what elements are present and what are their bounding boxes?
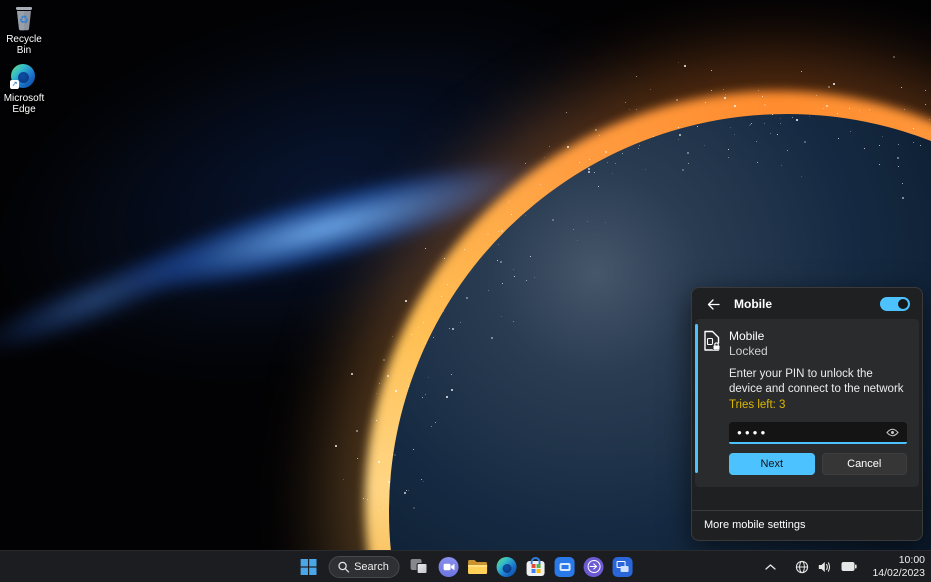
search-label: Search: [354, 561, 389, 573]
volume-icon: [818, 561, 832, 573]
blue-screen-app-button[interactable]: [552, 554, 578, 580]
pin-description: Enter your PIN to unlock the device and …: [729, 367, 907, 397]
eye-icon[interactable]: [886, 428, 899, 437]
cast-app-button[interactable]: [610, 554, 636, 580]
cancel-button[interactable]: Cancel: [822, 453, 908, 475]
edge-icon: ↗: [11, 64, 37, 90]
flyout-title: Mobile: [734, 297, 772, 311]
blue-screen-app-icon: [555, 557, 575, 577]
network-globe-icon: [795, 560, 809, 574]
pin-input[interactable]: ●●●●: [729, 422, 907, 444]
system-tray-area: 10:00 14/02/2023: [761, 551, 925, 582]
purple-arrow-app-icon: [584, 557, 604, 577]
mobile-toggle[interactable]: [880, 297, 910, 311]
microsoft-store-icon: [527, 561, 545, 576]
taskbar-center-group: Search: [295, 551, 636, 582]
card-title: Mobile: [729, 329, 768, 344]
edge-button[interactable]: [494, 554, 520, 580]
windows-logo-icon: [300, 559, 316, 575]
next-button[interactable]: Next: [729, 453, 815, 475]
start-button[interactable]: [295, 554, 321, 580]
system-tray[interactable]: [788, 556, 864, 578]
purple-arrow-app-button[interactable]: [581, 554, 607, 580]
tries-left-text: Tries left: 3: [729, 398, 907, 413]
chat-video-icon: [439, 557, 459, 577]
clock[interactable]: 10:00 14/02/2023: [872, 554, 925, 580]
shortcut-arrow-icon: ↗: [10, 80, 19, 89]
left-arrow-icon: [707, 299, 720, 310]
store-button[interactable]: [523, 554, 549, 580]
taskbar: Search 10:00 14/02/2023: [0, 550, 931, 582]
search-icon: [337, 561, 349, 573]
mobile-locked-card: Mobile Locked Enter your PIN to unlock t…: [695, 319, 919, 487]
edge-browser-icon: [497, 557, 517, 577]
back-button[interactable]: [704, 295, 722, 313]
desktop-icon-label: Microsoft Edge: [0, 93, 50, 115]
flyout-header: Mobile: [692, 288, 922, 319]
desktop-icon-label: Recycle Bin: [0, 34, 50, 56]
tray-date: 14/02/2023: [872, 567, 925, 580]
task-view-button[interactable]: [407, 554, 433, 580]
cast-screens-app-icon: [613, 557, 633, 577]
chevron-up-icon: [765, 564, 776, 570]
desktop-screen: ♻ Recycle Bin ↗ Microsoft Edge Mobile Mo…: [0, 0, 931, 582]
more-mobile-settings-link[interactable]: More mobile settings: [692, 510, 922, 540]
pin-dots: ●●●●: [737, 428, 886, 437]
svg-text:♻: ♻: [19, 14, 29, 27]
sim-lock-icon: [703, 329, 721, 352]
recycle-bin-icon: ♻: [12, 5, 36, 31]
chat-button[interactable]: [436, 554, 462, 580]
toggle-knob: [898, 299, 908, 309]
file-explorer-button[interactable]: [465, 554, 491, 580]
search-box[interactable]: Search: [328, 556, 400, 578]
desktop-icon-edge[interactable]: ↗ Microsoft Edge: [0, 64, 50, 115]
mobile-flyout: Mobile Mobile Locked Enter your PIN to u…: [691, 287, 923, 541]
selection-accent-bar: [695, 324, 698, 473]
tray-time: 10:00: [872, 554, 925, 567]
battery-icon: [841, 561, 857, 572]
flyout-spacer: [692, 487, 922, 510]
card-status: Locked: [729, 344, 768, 359]
hidden-icons-chevron[interactable]: [761, 562, 780, 572]
desktop-icon-recycle-bin[interactable]: ♻ Recycle Bin: [0, 5, 50, 56]
file-explorer-icon: [468, 559, 488, 575]
